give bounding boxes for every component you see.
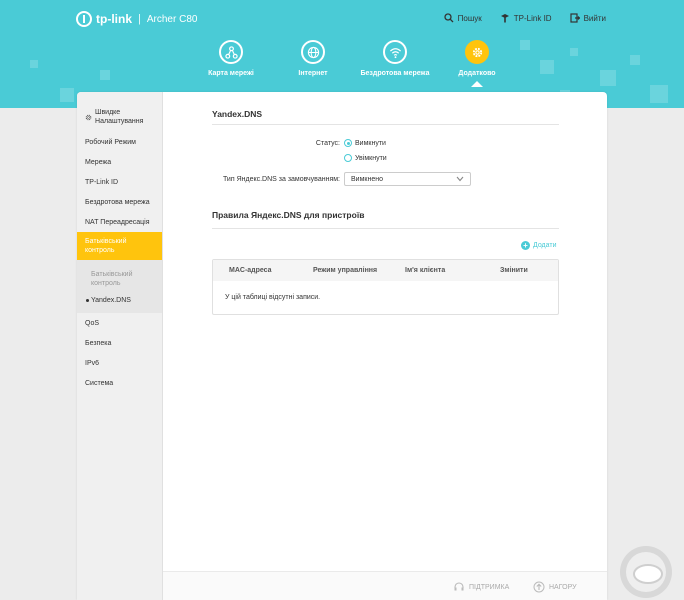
sidebar-item-label: Швидке Налаштування (95, 109, 144, 125)
nav-network-map-label: Карта мережі (208, 70, 254, 77)
search-link[interactable]: Пошук (444, 13, 482, 23)
nav-wireless-label: Бездротова мережа (360, 70, 430, 77)
sidebar-item-system[interactable]: Система (77, 373, 162, 393)
sidebar-item-label: Батьківський контроль (85, 238, 127, 254)
sidebar: Швидке Налаштування Робочий Режим Мережа… (77, 92, 163, 600)
sidebar-item-label: Бездротова мережа (85, 198, 150, 206)
main-nav: Карта мережі Інтернет Бездротова мережа … (190, 40, 518, 87)
sidebar-item-quick-setup[interactable]: Швидке Налаштування (77, 92, 162, 132)
arrow-up-icon (533, 581, 545, 593)
sidebar-item-label: Мережа (85, 158, 112, 166)
status-option-off-label: Вимкнути (355, 139, 386, 147)
sidebar-item-tplink-id[interactable]: TP-Link ID (77, 172, 162, 192)
status-option-on-label: Увімкнути (355, 154, 387, 162)
default-type-label: Тип Яндекс.DNS за замовчуванням: (222, 175, 340, 183)
sidebar-subitem-yandex-dns[interactable]: Yandex.DNS (77, 292, 162, 309)
nav-advanced[interactable]: Додатково (436, 40, 518, 87)
sidebar-item-network[interactable]: Мережа (77, 152, 162, 172)
sidebar-item-label: IPv6 (85, 359, 100, 367)
sidebar-item-parental-control[interactable]: Батьківський контроль (77, 232, 162, 260)
default-type-value: Вимкнено (351, 175, 383, 183)
sidebar-item-label: TP-Link ID (85, 178, 119, 186)
sidebar-item-label: Робочий Режим (85, 138, 136, 146)
brand-name: tp-link (96, 12, 132, 26)
column-header-client: Ім'я клієнта (405, 267, 446, 274)
active-nav-pointer (471, 81, 483, 87)
tplink-id-link[interactable]: TP-Link ID (500, 13, 552, 23)
add-button-label: Додати (533, 242, 557, 249)
chevron-down-icon (456, 176, 464, 182)
model-name: Archer C80 (146, 13, 198, 25)
wifi-icon (389, 47, 401, 58)
sidebar-submenu: Батьківський контроль Yandex.DNS (77, 260, 162, 313)
watermark-logo (620, 546, 672, 598)
tplink-logo-icon (76, 11, 92, 27)
top-links: Пошук TP-Link ID Вийти (444, 13, 606, 23)
nav-wireless[interactable]: Бездротова мережа (354, 40, 436, 87)
default-type-select[interactable]: Вимкнено (344, 172, 471, 186)
search-link-label: Пошук (457, 13, 482, 23)
sidebar-item-operation-mode[interactable]: Робочий Режим (77, 132, 162, 152)
status-label: Статус: (315, 139, 340, 147)
status-row-2: Увімкнути (344, 154, 387, 162)
support-label: ПІДТРИМКА (469, 583, 510, 591)
sidebar-subitem-parental-control[interactable]: Батьківський контроль (77, 266, 162, 292)
brand-separator: | (138, 13, 141, 25)
section-title-yandex-dns: Yandex.DNS (212, 109, 559, 125)
back-to-top-label: НАГОРУ (549, 583, 577, 591)
column-header-modify: Змінити (500, 267, 528, 274)
tplink-id-icon (500, 14, 509, 23)
plus-icon: + (521, 241, 530, 250)
sidebar-item-label: Система (85, 379, 114, 387)
section-title-rules: Правила Яндекс.DNS для пристроїв (212, 210, 559, 229)
status-radio-on[interactable]: Увімкнути (344, 154, 387, 162)
sidebar-item-ipv6[interactable]: IPv6 (77, 353, 162, 373)
search-icon (444, 13, 454, 23)
network-map-icon (224, 45, 238, 59)
sidebar-item-label: Безпека (85, 339, 112, 347)
column-header-mode: Режим управління (313, 267, 378, 274)
logout-link[interactable]: Вийти (569, 13, 606, 23)
sidebar-item-wireless[interactable]: Бездротова мережа (77, 192, 162, 212)
sidebar-item-qos[interactable]: QoS (77, 313, 162, 333)
sidebar-item-label: NAT Переадресація (85, 218, 150, 226)
rules-table: MAC-адреса Режим управління Ім'я клієнта… (212, 259, 559, 315)
brand-logo: tp-link | Archer C80 (76, 11, 197, 27)
gear-icon (472, 47, 482, 57)
table-empty-row: У цій таблиці відсутні записи. (213, 281, 558, 314)
column-header-mac: MAC-адреса (229, 267, 272, 274)
support-link[interactable]: ПІДТРИМКА (453, 581, 509, 593)
nav-internet[interactable]: Інтернет (272, 40, 354, 87)
radio-unchecked-icon (344, 154, 352, 162)
sidebar-item-security[interactable]: Безпека (77, 333, 162, 353)
radio-checked-icon (344, 139, 352, 147)
nav-internet-label: Інтернет (298, 70, 328, 77)
logout-icon (569, 13, 580, 23)
nav-advanced-label: Додатково (458, 70, 496, 77)
quick-setup-gear-icon (85, 114, 92, 120)
status-radio-off[interactable]: Вимкнути (344, 139, 386, 147)
table-header: MAC-адреса Режим управління Ім'я клієнта… (213, 260, 558, 281)
tplink-id-label: TP-Link ID (513, 13, 552, 23)
default-type-row: Тип Яндекс.DNS за замовчуванням: Вимкнен… (212, 172, 471, 186)
nav-network-map[interactable]: Карта мережі (190, 40, 272, 87)
footer: ПІДТРИМКА НАГОРУ (163, 571, 607, 600)
add-button[interactable]: + Додати (521, 241, 557, 250)
sidebar-item-label: QoS (85, 319, 100, 327)
globe-icon (307, 46, 319, 58)
sidebar-item-nat[interactable]: NAT Переадресація (77, 212, 162, 232)
table-empty-text: У цій таблиці відсутні записи. (225, 294, 321, 301)
support-headset-icon (454, 582, 464, 591)
back-to-top-link[interactable]: НАГОРУ (533, 581, 577, 593)
status-row: Статус: Вимкнути (212, 139, 386, 147)
logout-label: Вийти (583, 13, 606, 23)
main-panel: Швидке Налаштування Робочий Режим Мережа… (77, 92, 607, 600)
